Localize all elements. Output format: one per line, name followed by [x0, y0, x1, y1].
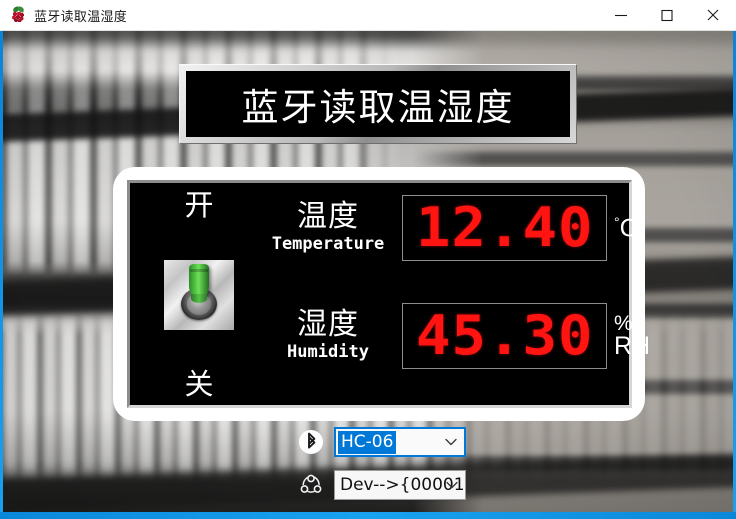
bluetooth-device-row: HC-06 [297, 427, 466, 457]
temperature-value: 12.40 [415, 196, 594, 259]
raspberry-pi-icon [10, 6, 26, 23]
title-banner-inner: 蓝牙读取温湿度 [186, 71, 570, 137]
maximize-button[interactable] [644, 0, 690, 30]
chevron-down-icon[interactable] [446, 471, 458, 499]
app-window: 蓝牙读取温湿度 蓝牙读取温湿度 开 关 温度 Temperature 12.40… [0, 0, 736, 519]
toggle-switch-lever [189, 264, 209, 303]
humidity-labels: 湿度 Humidity [260, 309, 396, 363]
title-banner-text: 蓝牙读取温湿度 [241, 86, 515, 129]
devices-network-icon [297, 471, 325, 499]
humidity-label-cn: 湿度 [297, 307, 359, 343]
bluetooth-device-value: HC-06 [338, 430, 397, 454]
switch-on-label: 开 [184, 188, 214, 222]
temperature-row: 温度 Temperature 12.40 °C [260, 195, 638, 261]
toggle-switch-icon[interactable] [164, 260, 234, 330]
power-switch-group[interactable]: 开 关 [156, 191, 242, 399]
humidity-unit: % RH [614, 313, 650, 359]
rh-symbol: RH [614, 332, 651, 360]
title-banner: 蓝牙读取温湿度 [179, 64, 577, 144]
celsius-symbol: C [619, 214, 638, 243]
window-title: 蓝牙读取温湿度 [34, 9, 128, 25]
humidity-display: 45.30 [402, 303, 607, 369]
readout-panel: 开 关 温度 Temperature 12.40 °C 湿度 Humidity … [113, 167, 650, 421]
temperature-labels: 温度 Temperature [260, 201, 396, 255]
bluetooth-device-select[interactable]: HC-06 [334, 427, 466, 457]
close-button[interactable] [690, 0, 736, 30]
temperature-label-en: Temperature [271, 233, 385, 254]
device-id-select[interactable]: Dev-->{00001 [334, 470, 466, 500]
device-id-row: Dev-->{00001 [297, 470, 466, 500]
temperature-display: 12.40 [402, 195, 607, 261]
humidity-value: 45.30 [415, 304, 594, 367]
temperature-unit: °C [614, 215, 638, 241]
humidity-label-en: Humidity [287, 341, 369, 362]
title-bar[interactable]: 蓝牙读取温湿度 [0, 0, 736, 31]
chevron-down-icon[interactable] [445, 429, 457, 455]
readout-panel-frame: 开 关 温度 Temperature 12.40 °C 湿度 Humidity … [127, 180, 650, 408]
window-border-bottom [0, 512, 736, 519]
temperature-label-cn: 温度 [297, 199, 359, 235]
minimize-button[interactable] [598, 0, 644, 30]
window-border-left [0, 31, 3, 519]
percent-symbol: % [614, 312, 633, 335]
humidity-row: 湿度 Humidity 45.30 % RH [260, 303, 650, 369]
bluetooth-icon [297, 428, 325, 456]
switch-off-label: 关 [184, 367, 214, 401]
